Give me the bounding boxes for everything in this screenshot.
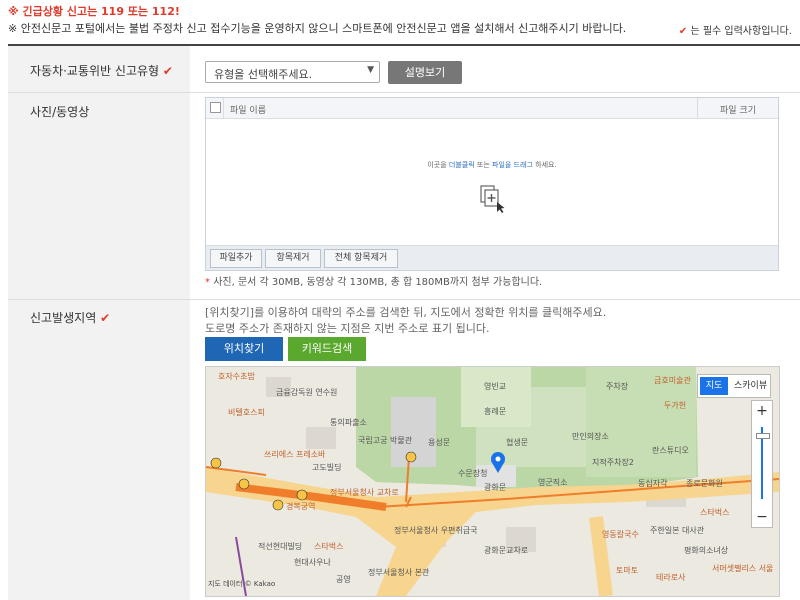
filesize-column-header: 파일 크기 <box>720 106 756 116</box>
uploader-header: 파일 이름 파일 크기 <box>206 98 778 119</box>
find-location-button[interactable]: 위치찾기 <box>205 337 283 361</box>
zoom-slider-handle[interactable] <box>756 433 770 439</box>
explain-button[interactable]: 설명보기 <box>388 61 462 84</box>
location-desc-2: 도로명 주소가 존재하지 않는 지점은 지번 주소로 표기 됩니다. <box>205 322 490 335</box>
map-label: 주차장 <box>606 382 629 391</box>
map-label: 주한일본 대사관 <box>650 526 705 535</box>
map-label: 정부서울청사 우편취급국 <box>394 526 478 535</box>
select-all-checkbox[interactable] <box>210 102 221 113</box>
map-label: 경복궁역 <box>286 502 316 511</box>
map-label: 서머셋팰리스 서울 <box>712 564 774 573</box>
drop-suffix: 하세요. <box>535 161 557 169</box>
report-type-row: 자동차·교통위반 신고유형 ✔ 유형을 선택해주세요. ▼ 설명보기 <box>8 46 800 93</box>
remove-all-button[interactable]: 전체 항목제거 <box>324 249 398 268</box>
filename-column-header: 파일 이름 <box>230 106 266 116</box>
map-label: 동십자각 <box>638 479 668 488</box>
map-label: 종로문화원 <box>686 479 723 488</box>
location-map[interactable]: 영빈교 흥례문 주차장 금호미술관 두가헌 호자수초밥 금융감독원 연수원 비텔… <box>205 366 780 597</box>
map-label: 스타벅스 <box>700 508 730 517</box>
add-file-button[interactable]: 파일추가 <box>210 249 262 268</box>
map-label: 수문장청 <box>458 469 488 478</box>
report-type-select[interactable]: 유형을 선택해주세요. ▼ <box>205 61 380 83</box>
map-label: 광화문 <box>484 483 507 492</box>
map-label: 호자수초밥 <box>218 372 255 381</box>
map-label: 영동칼국수 <box>602 530 639 539</box>
map-label: 영군직소 <box>538 478 568 487</box>
file-uploader[interactable]: 파일 이름 파일 크기 이곳을 더블클릭 또는 파일을 드래그 하세요. 파일추… <box>205 97 779 271</box>
map-label: 토마토 <box>616 566 639 575</box>
map-label: 공영 <box>336 575 351 584</box>
required-note: ✔ 는 필수 입력사항입니다. <box>679 22 792 37</box>
map-label: 고도빌딩 <box>312 463 342 472</box>
map-label: 금호미술관 <box>654 376 691 385</box>
location-label-wrap: 신고발생지역 ✔ <box>30 309 110 326</box>
zoom-control: + − <box>751 400 773 528</box>
report-type-label-wrap: 자동차·교통위반 신고유형 ✔ <box>30 62 173 79</box>
emergency-notice: ※ 긴급상황 신고는 119 또는 112! <box>8 5 180 18</box>
drop-dblclick: 더블클릭 <box>448 161 475 169</box>
chevron-down-icon: ▼ <box>367 65 374 75</box>
map-label: 정부서울청사 본관 <box>368 568 430 577</box>
add-file-icon <box>480 185 505 213</box>
map-label: 평화의소녀상 <box>684 546 729 555</box>
required-note-text: 는 필수 입력사항입니다. <box>690 26 792 37</box>
required-check-icon: ✔ <box>100 311 111 325</box>
map-label: 국립고궁 박물관 <box>358 436 413 445</box>
map-label: 광화문교차로 <box>484 546 529 555</box>
map-label: 쓰리에스 프레소바 <box>264 450 326 459</box>
skyview-button[interactable]: 스카이뷰 <box>734 377 767 395</box>
map-label: 적선현대빌딩 <box>258 542 303 551</box>
keyword-search-button[interactable]: 키워드검색 <box>288 337 366 361</box>
drop-drag: 파일을 드래그 <box>492 161 533 169</box>
map-label: 협생문 <box>506 438 529 447</box>
map-type-toggle: 지도 스카이뷰 <box>697 374 771 398</box>
media-label: 사진/동영상 <box>30 105 90 119</box>
location-label-cell: 신고발생지역 ✔ <box>8 300 190 600</box>
location-desc-1: [위치찾기]를 이용하여 대략의 주소를 검색한 뒤, 지도에서 정확한 위치를… <box>205 306 607 319</box>
map-label: 지적주차장2 <box>592 458 634 467</box>
header-divider <box>697 98 698 118</box>
map-label: 영빈교 <box>484 382 507 391</box>
file-limit-text: 사진, 문서 각 30MB, 동영상 각 130MB, 총 합 180MB까지 … <box>213 277 543 288</box>
check-icon: ✔ <box>678 26 688 37</box>
drop-prefix: 이곳을 <box>427 161 447 169</box>
map-label: 스타벅스 <box>314 542 344 551</box>
zoom-in-button[interactable]: + <box>752 403 772 419</box>
map-view-button[interactable]: 지도 <box>700 377 728 395</box>
remove-item-button[interactable]: 항목제거 <box>265 249 321 268</box>
map-label: 테라로사 <box>656 573 686 582</box>
zoom-out-button[interactable]: − <box>752 509 772 525</box>
map-label: 현대사우나 <box>294 558 331 567</box>
map-label: 두가헌 <box>664 401 687 410</box>
required-check-icon: ✔ <box>162 64 173 78</box>
map-label: 금융감독원 연수원 <box>276 388 338 397</box>
drop-message: 이곳을 더블클릭 또는 파일을 드래그 하세요. <box>206 160 778 170</box>
report-type-label-cell: 자동차·교통위반 신고유형 ✔ <box>8 46 190 92</box>
map-label: 란스튜디오 <box>652 446 689 455</box>
uploader-footer: 파일추가 항목제거 전체 항목제거 <box>206 245 778 270</box>
map-label: 정부서울청사 교차로 <box>330 488 399 497</box>
report-type-select-value: 유형을 선택해주세요. <box>214 68 313 81</box>
info-notice: ※ 안전신문고 포털에서는 불법 주정차 신고 접수기능을 운영하지 않으니 스… <box>8 22 627 35</box>
asterisk-icon: * <box>205 277 210 288</box>
map-label: 통의파출소 <box>330 418 367 427</box>
map-label: 흥례문 <box>484 407 507 416</box>
report-type-label: 자동차·교통위반 신고유형 <box>30 64 160 78</box>
map-label: 용성문 <box>428 438 451 447</box>
map-label: 만인의장소 <box>572 432 609 441</box>
drop-or: 또는 <box>476 161 490 169</box>
location-label: 신고발생지역 <box>30 311 97 325</box>
file-limit-note: * 사진, 문서 각 30MB, 동영상 각 130MB, 총 합 180MB까… <box>205 273 542 288</box>
media-label-cell: 사진/동영상 <box>8 93 190 299</box>
map-label: 비텔호스피 <box>228 408 265 417</box>
map-copyright: 지도 데이터 © Kakao <box>208 580 276 588</box>
header-divider <box>223 98 224 118</box>
